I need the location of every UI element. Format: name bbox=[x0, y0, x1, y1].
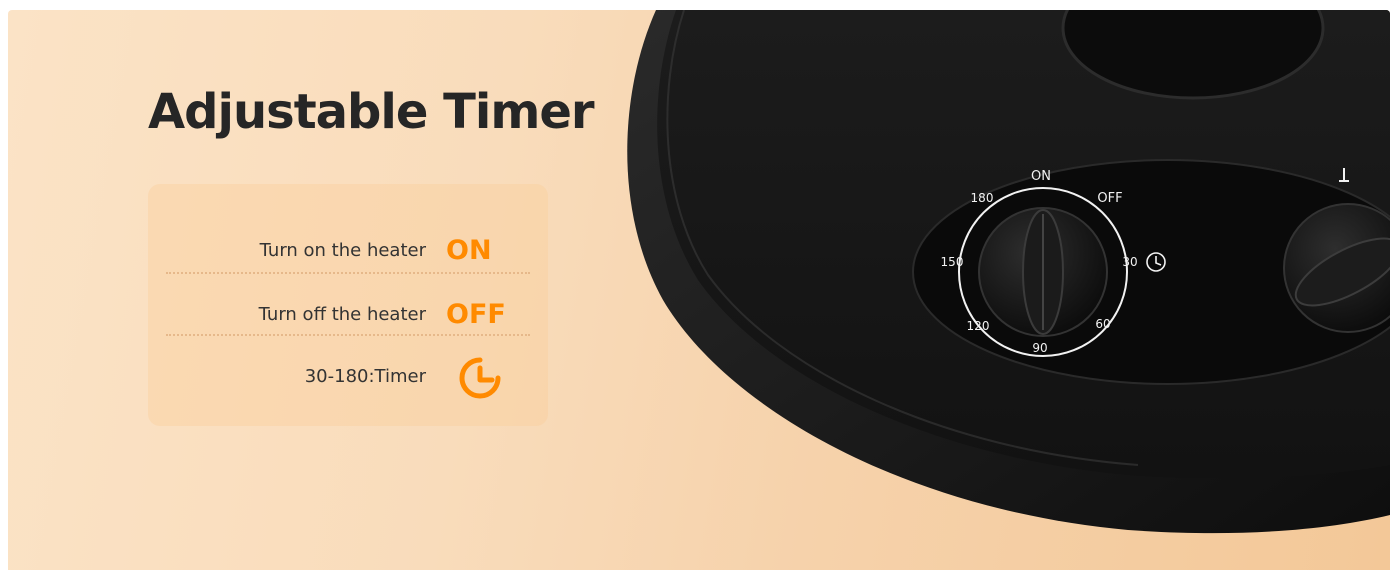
dial-label-120: 120 bbox=[967, 319, 990, 333]
dial-label-60: 60 bbox=[1095, 317, 1110, 331]
timer-icon bbox=[459, 357, 501, 399]
legend-label-off: Turn off the heater bbox=[258, 304, 426, 325]
dial-label-30: 30 bbox=[1122, 255, 1137, 269]
dial-label-180: 180 bbox=[971, 191, 994, 205]
product-banner: ON OFF 30 60 90 120 150 180 Adjustable T… bbox=[8, 10, 1390, 570]
legend-mark-off: OFF bbox=[446, 299, 506, 330]
legend-divider bbox=[166, 334, 530, 336]
legend-row-off: Turn off the heater OFF bbox=[148, 284, 548, 346]
legend-divider bbox=[166, 272, 530, 274]
dial-label-90: 90 bbox=[1032, 341, 1047, 355]
dial-label-on: ON bbox=[1031, 169, 1051, 184]
legend-label-timer: 30-180:Timer bbox=[304, 366, 426, 387]
page-title: Adjustable Timer bbox=[148, 84, 595, 140]
dial-label-off: OFF bbox=[1097, 191, 1122, 206]
dial-label-150: 150 bbox=[941, 255, 964, 269]
timer-legend-card: Turn on the heater ON Turn off the heate… bbox=[148, 184, 548, 426]
legend-row-timer: 30-180:Timer bbox=[148, 346, 548, 408]
